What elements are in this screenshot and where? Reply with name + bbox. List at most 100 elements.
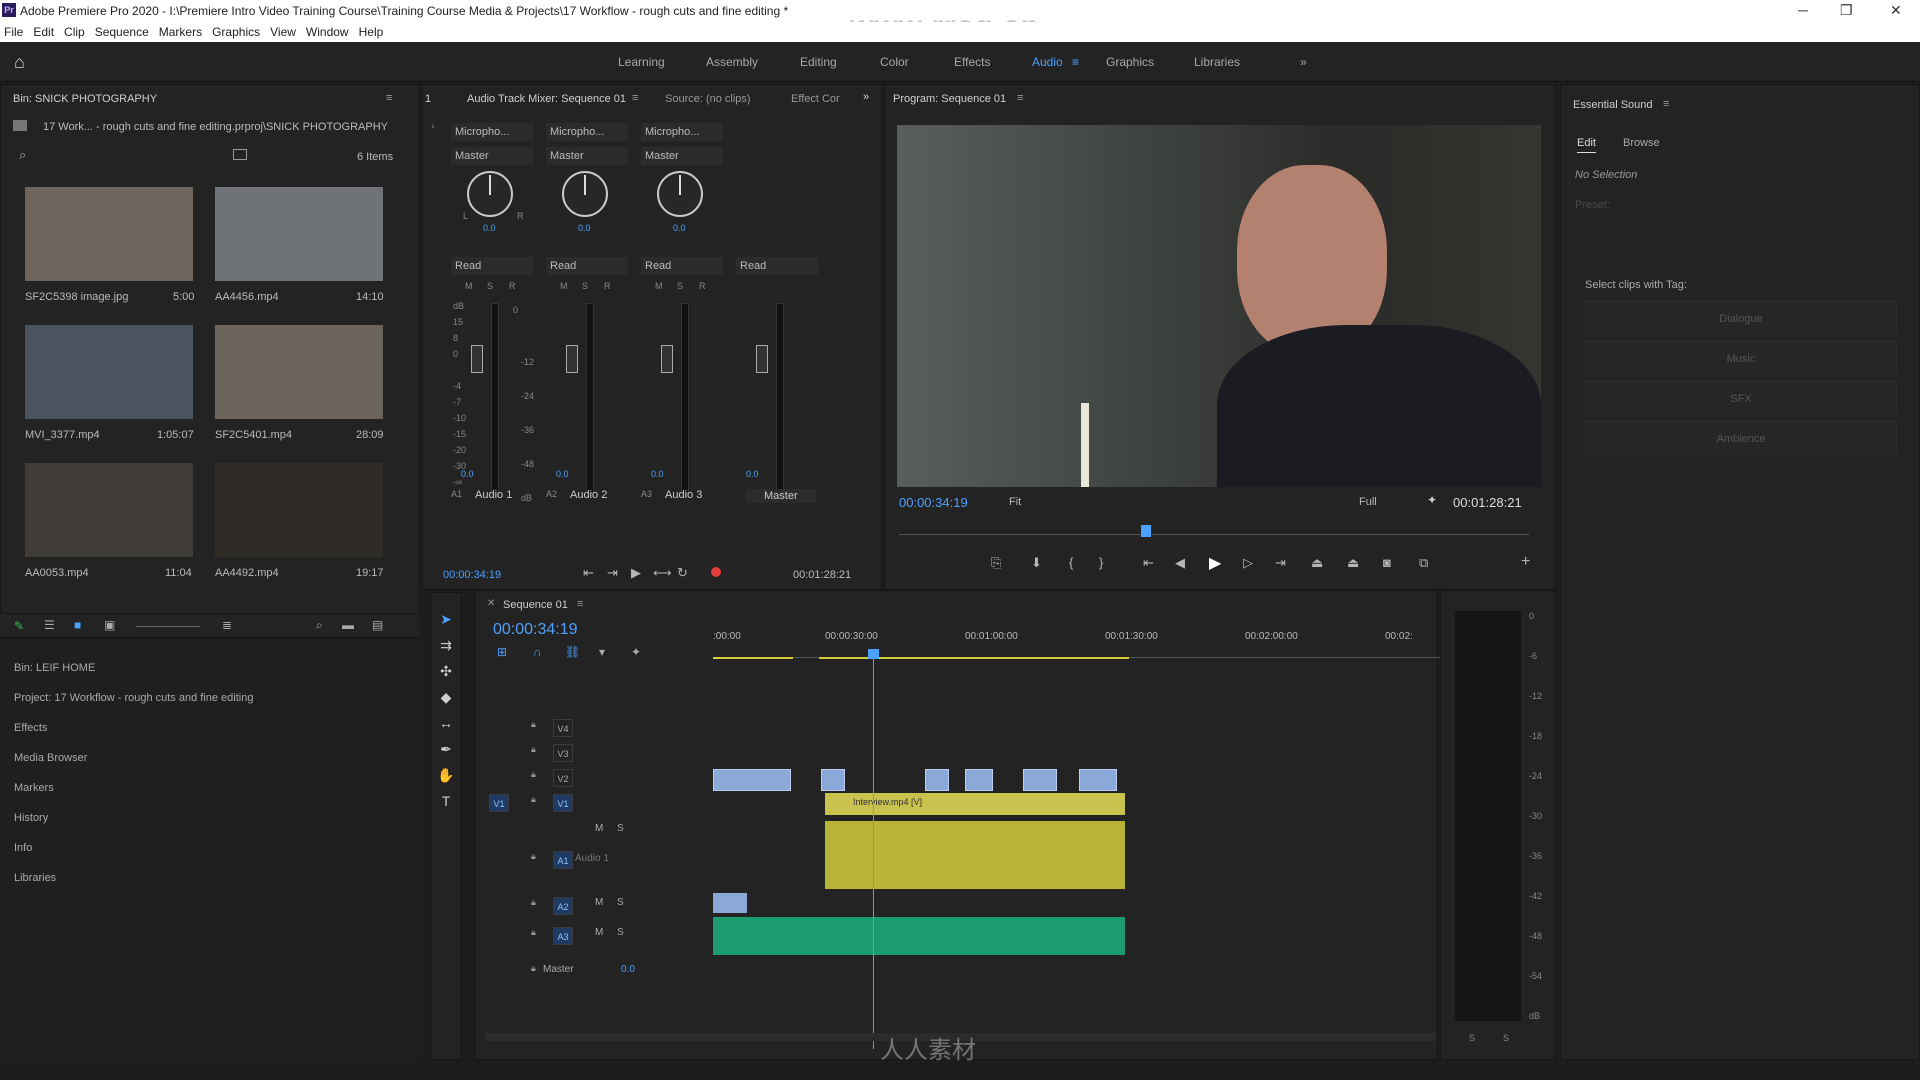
tab-browse[interactable]: Browse [1623, 137, 1660, 149]
work-area-bar[interactable] [819, 657, 1129, 659]
mute-button[interactable]: M [655, 281, 663, 291]
pan-knob[interactable] [657, 171, 703, 217]
mute-a2[interactable]: M [595, 897, 603, 908]
playhead-handle[interactable] [868, 649, 879, 659]
expand-arrow-icon[interactable]: › [431, 121, 434, 132]
volume-value[interactable]: 0.0 [556, 469, 569, 479]
solo-right-button[interactable]: S [1503, 1033, 1509, 1043]
pan-value[interactable]: 0.0 [578, 223, 591, 233]
nav-media-browser[interactable]: Media Browser [14, 752, 87, 764]
extract-icon[interactable]: ⏏ [1347, 555, 1359, 571]
v2-clip[interactable] [925, 769, 949, 791]
lock-icon[interactable]: 🔒︎ [531, 769, 536, 780]
volume-value[interactable]: 0.0 [746, 469, 759, 479]
step-back-icon[interactable]: ◀ [1175, 555, 1185, 571]
video-frame[interactable] [897, 125, 1541, 487]
tab-edit[interactable]: Edit [1577, 137, 1596, 153]
wrench-icon[interactable]: ✦ [1427, 493, 1437, 507]
list-view-icon[interactable]: ☰ [44, 618, 55, 632]
linked-selection-icon[interactable]: ⛓ [565, 645, 580, 659]
type-tool-icon[interactable]: T [436, 793, 456, 809]
lift-icon[interactable]: ⏏ [1311, 555, 1323, 571]
thumbnail[interactable] [215, 325, 383, 419]
mixer-timecode[interactable]: 00:00:34:19 [443, 569, 501, 581]
automation-select[interactable]: Read [736, 257, 818, 275]
thumbnail[interactable] [215, 463, 383, 557]
v2-clip[interactable] [713, 769, 791, 791]
thumbnail[interactable] [25, 187, 193, 281]
lock-icon[interactable]: 🔒︎ [531, 927, 536, 938]
workspace-overflow-icon[interactable]: » [1300, 55, 1307, 69]
pencil-icon[interactable]: ✎ [14, 619, 24, 633]
go-to-in-icon[interactable]: ⇤ [1143, 555, 1154, 571]
icon-view-icon[interactable]: ■ [74, 618, 81, 632]
go-to-out-icon[interactable]: ⇥ [1275, 555, 1286, 571]
track-v4[interactable]: V4 [553, 719, 573, 737]
workspace-assembly[interactable]: Assembly [706, 55, 758, 69]
go-to-out-icon[interactable]: ⇥ [607, 565, 618, 581]
solo-button[interactable]: S [677, 281, 683, 291]
maximize-icon[interactable]: ❐ [1840, 2, 1853, 19]
pen-tool-icon[interactable]: ✒ [436, 741, 456, 758]
input-select[interactable]: Micropho... [641, 123, 723, 141]
solo-button[interactable]: S [487, 281, 493, 291]
solo-a1[interactable]: S [617, 823, 624, 834]
track-a3[interactable]: A3 [553, 927, 573, 945]
nav-info[interactable]: Info [14, 842, 32, 854]
nav-history[interactable]: History [14, 812, 48, 824]
automation-select[interactable]: Read [451, 257, 533, 275]
pan-knob[interactable] [467, 171, 513, 217]
play-in-out-icon[interactable]: ⟷ [653, 565, 672, 581]
track-a1[interactable]: A1 [553, 851, 573, 869]
workspace-effects[interactable]: Effects [954, 55, 990, 69]
program-menu-icon[interactable]: ≡ [1017, 92, 1023, 104]
interview-audio-clip[interactable] [825, 821, 1125, 889]
record-button[interactable]: R [699, 281, 706, 291]
record-button[interactable]: R [509, 281, 516, 291]
nest-toggle-icon[interactable]: ⊞ [497, 645, 507, 659]
music-audio-clip[interactable] [713, 917, 1125, 955]
tab-source[interactable]: Source: (no clips) [665, 93, 751, 105]
bin-menu-icon[interactable]: ≡ [386, 92, 392, 104]
solo-a2[interactable]: S [617, 897, 624, 908]
folder-icon[interactable] [13, 120, 27, 131]
menu-clip[interactable]: Clip [64, 25, 85, 39]
mixer-menu-icon[interactable]: ≡ [632, 92, 638, 104]
timeline-timecode[interactable]: 00:00:34:19 [493, 621, 578, 639]
v2-clip[interactable] [1023, 769, 1057, 791]
thumbnail[interactable] [215, 187, 383, 281]
solo-left-button[interactable]: S [1469, 1033, 1475, 1043]
go-to-in-icon[interactable]: ⇤ [583, 565, 594, 581]
selection-tool-icon[interactable]: ➤ [436, 611, 456, 628]
button-editor-icon[interactable]: + [1521, 553, 1530, 571]
sequence-menu-icon[interactable]: ≡ [577, 598, 583, 610]
tag-music-button[interactable]: Music [1585, 341, 1897, 375]
find-icon[interactable]: ⌕ [316, 618, 323, 633]
tab-effect-controls[interactable]: Effect Cor [791, 93, 840, 105]
timeline-settings-icon[interactable]: ✦ [631, 645, 641, 659]
v2-clip[interactable] [821, 769, 845, 791]
menu-sequence[interactable]: Sequence [95, 25, 149, 39]
program-scrub-bar[interactable] [899, 534, 1529, 535]
volume-fader[interactable] [661, 345, 673, 373]
interview-video-clip[interactable]: Interview.mp4 [V] [825, 793, 1125, 815]
new-bin-icon[interactable] [233, 149, 247, 160]
tab-audio-track-mixer[interactable]: Audio Track Mixer: Sequence 01 [467, 93, 626, 105]
output-select[interactable]: Master [546, 147, 628, 165]
pan-knob[interactable] [562, 171, 608, 217]
workspace-graphics[interactable]: Graphics [1106, 55, 1154, 69]
thumbnail[interactable] [25, 463, 193, 557]
new-item-icon[interactable]: ▤ [372, 618, 383, 632]
nav-effects[interactable]: Effects [14, 722, 47, 734]
record-button[interactable]: R [604, 281, 611, 291]
menu-window[interactable]: Window [306, 25, 349, 39]
work-area-bar[interactable] [713, 657, 793, 659]
mark-out-icon[interactable]: } [1099, 555, 1103, 570]
menu-edit[interactable]: Edit [33, 25, 54, 39]
play-icon[interactable]: ▶ [1209, 553, 1221, 573]
automation-select[interactable]: Read [546, 257, 628, 275]
lock-icon[interactable]: 🔒︎ [531, 897, 536, 908]
snap-icon[interactable]: ∩ [533, 645, 542, 659]
menu-view[interactable]: View [270, 25, 296, 39]
lock-icon[interactable]: 🔒︎ [531, 744, 536, 755]
